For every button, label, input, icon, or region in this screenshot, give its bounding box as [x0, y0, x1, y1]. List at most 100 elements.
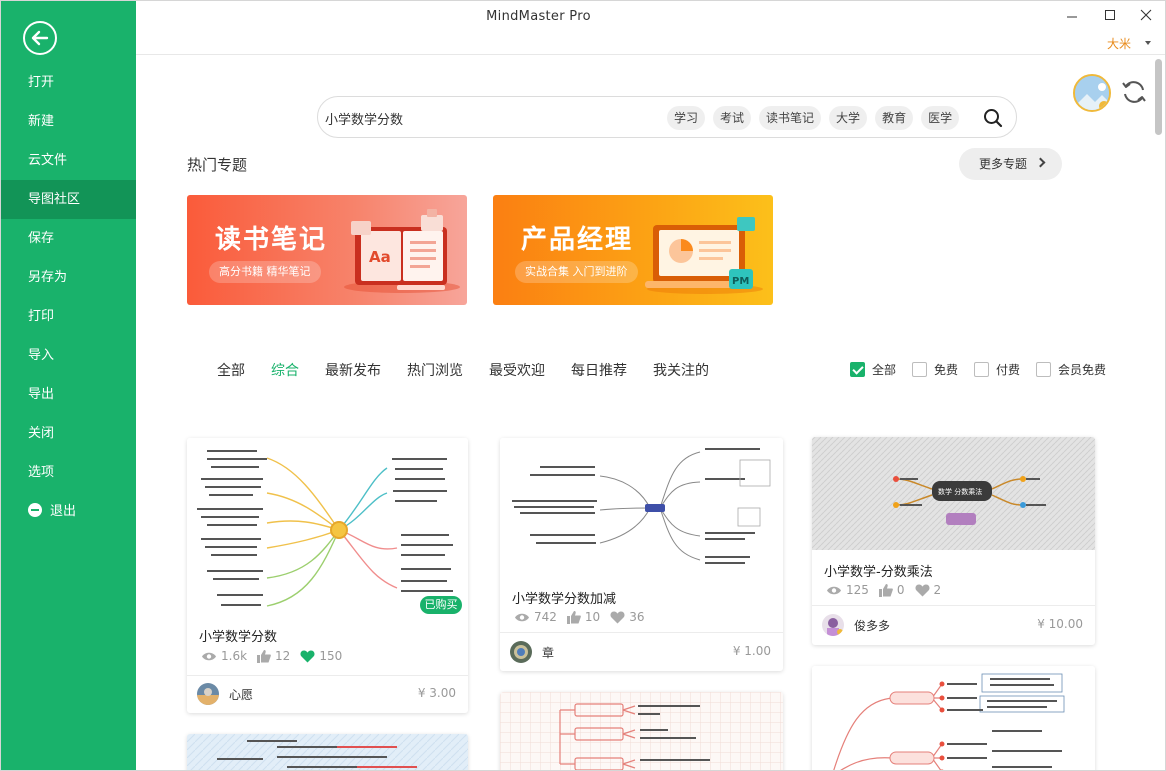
- sidebar-item-exit[interactable]: 退出: [1, 492, 136, 531]
- mindmap-card[interactable]: 已购买 小学数学分数 1.6k 12 150 心愿 ¥ 3.00: [187, 438, 468, 713]
- search-button[interactable]: [982, 107, 1004, 129]
- checkbox[interactable]: [1036, 362, 1052, 377]
- mindmap-thumbnail: [500, 692, 783, 770]
- sidebar-item-save[interactable]: 保存: [1, 219, 136, 258]
- search-tag[interactable]: 学习: [667, 106, 706, 130]
- book-illustration-text: Aa: [369, 248, 391, 266]
- filter-label: 付费: [996, 363, 1021, 377]
- sidebar-item-label: 退出: [50, 504, 77, 519]
- filter-label: 全部: [872, 363, 897, 377]
- tab-all[interactable]: 全部: [217, 360, 245, 380]
- sidebar-item-label: 保存: [28, 231, 55, 246]
- topic-banner-product-manager[interactable]: 产品经理 实战合集 入门到进阶 PM: [493, 195, 773, 305]
- sidebar-item-new[interactable]: 新建: [1, 102, 136, 141]
- divider: [500, 632, 783, 633]
- maximize-button[interactable]: [1099, 7, 1121, 25]
- thumbs-up-icon: [257, 649, 271, 663]
- book-illustration: Aa: [344, 209, 460, 293]
- author-name[interactable]: 心愿: [229, 686, 253, 703]
- view-count-value: 125: [846, 583, 869, 597]
- more-topics-button[interactable]: 更多专题: [959, 148, 1062, 180]
- card-stats: 125 0 2: [826, 583, 951, 597]
- sidebar-item-label: 云文件: [28, 153, 68, 168]
- view-count-value: 742: [534, 610, 557, 624]
- tab-daily-recommend[interactable]: 每日推荐: [571, 360, 627, 380]
- sidebar-item-community[interactable]: 导图社区: [1, 180, 136, 219]
- checkbox[interactable]: [912, 362, 928, 377]
- search-tag[interactable]: 大学: [829, 106, 868, 130]
- map-center-text: 数学 分数乘法: [938, 487, 982, 496]
- search-tag[interactable]: 读书笔记: [759, 106, 822, 130]
- tab-comprehensive[interactable]: 综合: [271, 360, 299, 380]
- sidebar: 打开 新建 云文件 导图社区 保存 另存为 打印 导入 导出 关闭 选项 退出: [1, 1, 136, 770]
- like-count: 12: [257, 649, 290, 663]
- tab-following[interactable]: 我关注的: [653, 360, 709, 380]
- filter-label: 免费: [934, 363, 959, 377]
- tab-hot-browse[interactable]: 热门浏览: [407, 360, 463, 380]
- close-icon: [1140, 9, 1152, 21]
- laptop-illustration-text: PM: [732, 276, 749, 287]
- search-bar: 学习 考试 读书笔记 大学 教育 医学: [317, 96, 1017, 138]
- refresh-icon[interactable]: [1120, 78, 1148, 106]
- author-name[interactable]: 章: [542, 644, 554, 661]
- mindmap-card[interactable]: [812, 666, 1095, 770]
- search-tag[interactable]: 教育: [875, 106, 914, 130]
- search-icon: [984, 109, 1003, 128]
- scrollbar-thumb[interactable]: [1155, 59, 1162, 135]
- search-tag[interactable]: 考试: [713, 106, 752, 130]
- mindmap-thumbnail: [812, 666, 1095, 770]
- filter-paid[interactable]: 付费: [974, 361, 1020, 378]
- avatar[interactable]: [510, 641, 532, 663]
- sidebar-item-options[interactable]: 选项: [1, 453, 136, 492]
- sidebar-item-export[interactable]: 导出: [1, 375, 136, 414]
- filter-free[interactable]: 免费: [912, 361, 958, 378]
- sidebar-item-label: 选项: [28, 465, 55, 480]
- eye-icon: [827, 586, 841, 594]
- close-button[interactable]: [1135, 7, 1157, 25]
- sidebar-item-label: 打开: [28, 75, 55, 90]
- category-tabs: 全部 综合 最新发布 热门浏览 最受欢迎 每日推荐 我关注的: [217, 360, 735, 380]
- banner-title: 产品经理: [521, 225, 634, 255]
- sidebar-item-open[interactable]: 打开: [1, 63, 136, 102]
- tab-most-popular[interactable]: 最受欢迎: [489, 360, 545, 380]
- back-button[interactable]: [23, 21, 57, 55]
- minimize-button[interactable]: [1061, 7, 1083, 25]
- view-count-value: 1.6k: [221, 649, 248, 663]
- banner-subtitle: 高分书籍 精华笔记: [209, 261, 321, 283]
- sidebar-item-cloud-files[interactable]: 云文件: [1, 141, 136, 180]
- maximize-icon: [1105, 10, 1115, 20]
- avatar[interactable]: [822, 614, 844, 636]
- search-input[interactable]: [325, 107, 625, 129]
- avatar-image: [1075, 76, 1109, 110]
- banner-title: 读书笔记: [215, 225, 328, 255]
- arrow-left-icon: [31, 30, 49, 46]
- sidebar-item-close[interactable]: 关闭: [1, 414, 136, 453]
- sidebar-item-save-as[interactable]: 另存为: [1, 258, 136, 297]
- like-count: 10: [566, 610, 600, 624]
- filter-all[interactable]: 全部: [850, 361, 896, 378]
- topic-banner-reading-notes[interactable]: 读书笔记 高分书籍 精华笔记 Aa: [187, 195, 467, 305]
- search-tag[interactable]: 医学: [921, 106, 960, 130]
- card-title: 小学数学分数加减: [512, 592, 617, 607]
- mindmap-card[interactable]: [500, 692, 783, 770]
- mindmap-card[interactable]: 数学 分数乘法 小学数学-分数乘法 125 0 2 俊多多 ¥ 10.00: [812, 437, 1095, 645]
- scrollbar[interactable]: [1155, 57, 1163, 769]
- checkbox[interactable]: [974, 362, 990, 377]
- laptop-illustration: PM: [645, 217, 763, 294]
- sidebar-item-label: 导图社区: [28, 192, 81, 207]
- avatar[interactable]: [197, 683, 219, 705]
- user-menu[interactable]: 大米: [1107, 35, 1131, 52]
- filter-member-free[interactable]: 会员免费: [1036, 361, 1106, 378]
- sidebar-item-import[interactable]: 导入: [1, 336, 136, 375]
- sidebar-item-label: 导入: [28, 348, 55, 363]
- eye-icon: [202, 652, 216, 660]
- mindmap-card[interactable]: 小学数学分数加减 742 10 36 章 ¥ 1.00: [500, 438, 783, 671]
- author-name[interactable]: 俊多多: [854, 617, 890, 634]
- tab-latest[interactable]: 最新发布: [325, 360, 381, 380]
- sidebar-item-print[interactable]: 打印: [1, 297, 136, 336]
- checkbox-checked[interactable]: [850, 362, 865, 377]
- avatar[interactable]: [1073, 74, 1111, 112]
- mindmap-card[interactable]: [187, 734, 468, 770]
- section-title: 热门专题: [187, 156, 248, 174]
- chevron-down-icon[interactable]: [1145, 41, 1151, 45]
